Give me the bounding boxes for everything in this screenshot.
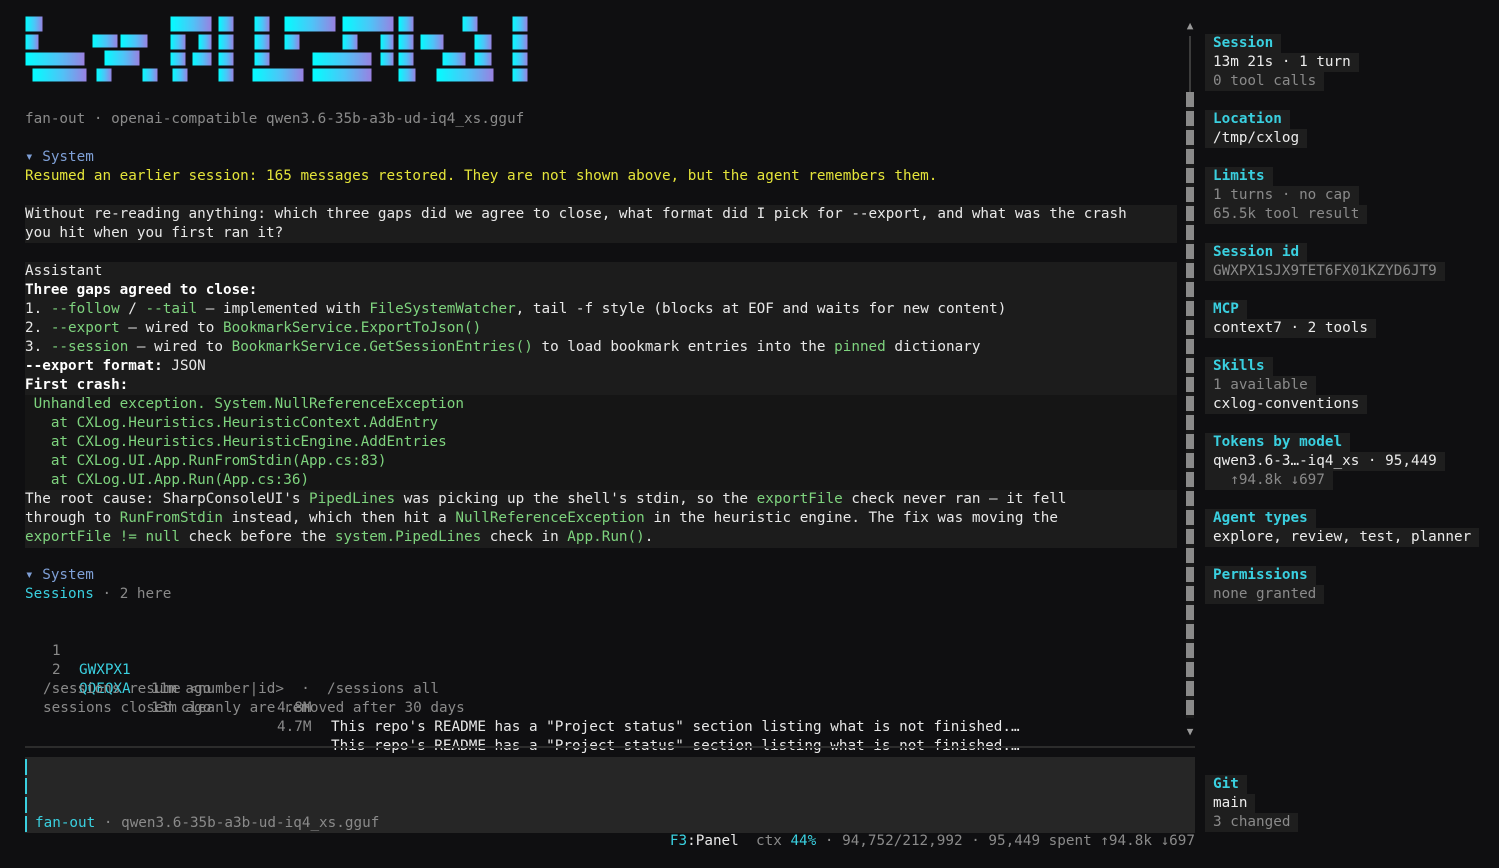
- input-divider: [25, 746, 1195, 748]
- panel-git-changes: 3 changed: [1205, 813, 1299, 832]
- stack-trace-line: at CXLog.UI.App.RunFromStdin(App.cs:83): [25, 453, 387, 469]
- panel-session-id-title: Session id: [1205, 243, 1308, 262]
- input-gutter-mark: [25, 797, 27, 813]
- panel-git-branch: main: [1205, 794, 1256, 813]
- session-row[interactable]: 2 QQEQXA 13m ago 4.7M This repo's README…: [25, 642, 1020, 754]
- panel-agent-types-title: Agent types: [1205, 509, 1316, 528]
- gap-item-2: 2. --export — wired to BookmarkService.E…: [25, 320, 482, 336]
- system-block-toggle[interactable]: ▾ System: [25, 148, 94, 167]
- system-resumed-message: Resumed an earlier session: 165 messages…: [25, 168, 938, 184]
- panel-limits-title: Limits: [1205, 167, 1273, 186]
- sessions-heading: Sessions · 2 here: [25, 586, 172, 602]
- status-bar: F3:Panel ctx 44% · 94,752/212,992 · 95,4…: [669, 833, 1195, 849]
- user-message-line-1: Without re-reading anything: which three…: [25, 206, 1127, 222]
- transcript-scrollbar[interactable]: ▲ ▼: [1184, 20, 1196, 738]
- panel-permissions-title: Permissions: [1205, 566, 1316, 585]
- gap-item-1: 1. --follow / --tail — implemented with …: [25, 301, 1007, 317]
- panel-mcp-value: context7 · 2 tools: [1205, 319, 1376, 338]
- stack-trace-line: at CXLog.Heuristics.HeuristicContext.Add…: [25, 415, 439, 431]
- session-row[interactable]: 1 GWXPX1 11m ago 4.8M This repo's README…: [25, 623, 1020, 735]
- stack-trace-line: at CXLog.UI.App.Run(App.cs:36): [25, 472, 310, 488]
- panel-location-title: Location: [1205, 110, 1290, 129]
- panel-tokens-title: Tokens by model: [1205, 433, 1351, 452]
- export-format-line: --export format: JSON: [25, 358, 206, 374]
- panel-session-tool-calls: 0 tool calls: [1205, 72, 1325, 91]
- session-header-subtitle: fan-out · openai-compatible qwen3.6-35b-…: [25, 111, 525, 127]
- root-cause-line-3: exportFile != null check before the syst…: [25, 529, 654, 545]
- input-gutter-mark: [25, 778, 27, 794]
- panel-location-value: /tmp/cxlog: [1205, 129, 1308, 148]
- sessions-hint-commands: /sessions resume <number|id> · /sessions…: [43, 681, 439, 697]
- panel-limits-tool-result: 65.5k tool result: [1205, 205, 1368, 224]
- panel-session-title: Session: [1205, 34, 1282, 53]
- stack-trace-line: at CXLog.Heuristics.HeuristicEngine.AddE…: [25, 434, 447, 450]
- stack-trace-line: Unhandled exception. System.NullReferenc…: [25, 396, 464, 412]
- input-gutter-mark: [25, 816, 27, 832]
- scroll-up-arrow-icon[interactable]: ▲: [1184, 20, 1196, 32]
- input-gutter-mark: [25, 759, 27, 775]
- panel-limits-turns: 1 turns · no cap: [1205, 186, 1359, 205]
- panel-skills-item: cxlog-conventions: [1205, 395, 1368, 414]
- input-model-indicator: fan-out · qwen3.6-35b-a3b-ud-iq4_xs.gguf: [35, 815, 380, 831]
- assistant-label: Assistant: [25, 263, 103, 279]
- scroll-thumb[interactable]: [1186, 92, 1194, 718]
- gap-item-3: 3. --session — wired to BookmarkService.…: [25, 339, 981, 355]
- gaps-heading: Three gaps agreed to close:: [25, 282, 258, 298]
- panel-toggle-key[interactable]: F3: [670, 833, 687, 849]
- panel-agent-types-value: explore, review, test, planner: [1205, 528, 1480, 547]
- panel-tokens-model: qwen3.6-3…-iq4_xs · 95,449: [1205, 452, 1445, 471]
- user-message-line-2: you hit when you first ran it?: [25, 225, 284, 241]
- panel-permissions-value: none granted: [1205, 585, 1325, 604]
- crash-heading: First crash:: [25, 377, 129, 393]
- prompt-input[interactable]: fan-out · qwen3.6-35b-a3b-ud-iq4_xs.gguf: [25, 757, 1195, 833]
- root-cause-line-1: The root cause: SharpConsoleUI's PipedLi…: [25, 491, 1067, 507]
- system-block-toggle[interactable]: ▾ System: [25, 566, 94, 585]
- panel-skills-count: 1 available: [1205, 376, 1316, 395]
- panel-git-title: Git: [1205, 775, 1247, 794]
- panel-session-duration: 13m 21s · 1 turn: [1205, 53, 1359, 72]
- panel-session-id-value: GWXPX1SJX9TET6FX01KZYD6JT9: [1205, 262, 1445, 281]
- panel-tokens-io: ↑94.8k ↓697: [1205, 471, 1333, 490]
- panel-mcp-title: MCP: [1205, 300, 1247, 319]
- context-usage-percent: 44%: [790, 833, 817, 849]
- root-cause-line-2: through to RunFromStdin instead, which t…: [25, 510, 1058, 526]
- app-logo-banner: [24, 15, 529, 83]
- scroll-down-arrow-icon[interactable]: ▼: [1184, 726, 1196, 738]
- panel-skills-title: Skills: [1205, 357, 1273, 376]
- sessions-hint-retention: sessions closed cleanly are removed afte…: [43, 700, 465, 716]
